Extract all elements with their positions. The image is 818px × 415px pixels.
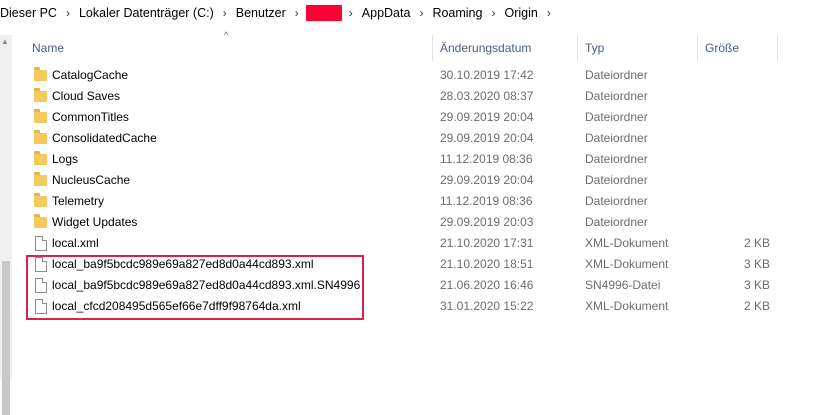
- file-size: [700, 191, 770, 212]
- file-row[interactable]: Cloud Saves 28.03.2020 08:37 Dateiordner: [0, 86, 818, 107]
- file-name: Logs: [52, 152, 79, 166]
- file-name: Widget Updates: [52, 215, 138, 229]
- breadcrumb-roaming[interactable]: Roaming: [428, 6, 486, 20]
- sort-ascending-icon: ^: [224, 30, 229, 40]
- file-size: [700, 212, 770, 233]
- file-type: Dateiordner: [585, 68, 648, 82]
- breadcrumb: Dieser PC › Lokaler Datenträger (C:) › B…: [0, 0, 818, 26]
- file-date: 29.09.2019 20:04: [440, 173, 534, 187]
- folder-icon: [34, 172, 47, 186]
- file-size: 3 KB: [743, 278, 770, 292]
- file-name: Telemetry: [52, 194, 105, 208]
- file-date: 11.12.2019 08:36: [440, 152, 533, 166]
- file-type: Dateiordner: [585, 215, 648, 229]
- file-icon: [35, 236, 47, 251]
- breadcrumb-local-disk[interactable]: Lokaler Datenträger (C:): [75, 6, 218, 20]
- column-divider[interactable]: [777, 35, 778, 61]
- folder-icon: [34, 130, 47, 144]
- breadcrumb-appdata[interactable]: AppData: [358, 6, 415, 20]
- file-row[interactable]: local.xml 21.10.2020 17:31 XML-Dokument 2 K…: [0, 233, 818, 254]
- file-row[interactable]: Telemetry 11.12.2019 08:36 Dateiordner: [0, 191, 818, 212]
- file-type: Dateiordner: [585, 110, 648, 124]
- chevron-right-icon[interactable]: ›: [218, 6, 232, 20]
- file-type: XML-Dokument: [585, 257, 669, 271]
- file-size: [700, 128, 770, 149]
- file-name: local.xml: [52, 236, 99, 250]
- breadcrumb-origin[interactable]: Origin: [500, 6, 541, 20]
- folder-icon: [34, 88, 47, 102]
- file-row[interactable]: NucleusCache 29.09.2019 20:04 Dateiordner: [0, 170, 818, 191]
- column-divider[interactable]: [432, 35, 433, 61]
- file-date: 29.09.2019 20:04: [440, 131, 534, 145]
- file-size: [700, 107, 770, 128]
- file-date: 28.03.2020 08:37: [440, 89, 534, 103]
- chevron-right-icon[interactable]: ›: [542, 6, 556, 20]
- file-type: Dateiordner: [585, 173, 648, 187]
- file-date: 11.12.2019 08:36: [440, 194, 533, 208]
- file-date: 31.01.2020 15:22: [440, 299, 534, 313]
- column-size[interactable]: Größe: [705, 35, 739, 61]
- file-size: [700, 149, 770, 170]
- chevron-right-icon[interactable]: ›: [486, 6, 500, 20]
- file-date: 21.06.2020 16:46: [440, 278, 534, 292]
- highlight-box: [26, 255, 364, 320]
- file-size: 2 KB: [743, 236, 770, 250]
- file-size: [700, 86, 770, 107]
- file-name: NucleusCache: [52, 173, 131, 187]
- file-row[interactable]: ConsolidatedCache 29.09.2019 20:04 Dateior…: [0, 128, 818, 149]
- file-type: XML-Dokument: [585, 236, 669, 250]
- file-row[interactable]: Widget Updates 29.09.2019 20:03 Dateiordne…: [0, 212, 818, 233]
- file-type: Dateiordner: [585, 89, 648, 103]
- file-name: CommonTitles: [52, 110, 129, 124]
- file-size: 3 KB: [743, 257, 770, 271]
- column-divider[interactable]: [697, 35, 698, 61]
- file-size: 2 KB: [743, 299, 770, 313]
- chevron-right-icon[interactable]: ›: [414, 6, 428, 20]
- redacted-username[interactable]: [305, 5, 342, 21]
- breadcrumb-this-pc[interactable]: Dieser PC: [0, 6, 61, 20]
- chevron-right-icon[interactable]: ›: [290, 6, 304, 20]
- folder-icon: [34, 67, 47, 81]
- folder-icon: [34, 214, 47, 228]
- folder-icon: [34, 109, 47, 123]
- breadcrumb-users[interactable]: Benutzer: [232, 6, 290, 20]
- chevron-right-icon[interactable]: ›: [61, 6, 75, 20]
- file-name: CatalogCache: [52, 68, 129, 82]
- file-type: Dateiordner: [585, 194, 648, 208]
- file-name: Cloud Saves: [52, 89, 121, 103]
- file-type: Dateiordner: [585, 152, 648, 166]
- column-date[interactable]: Änderungsdatum: [440, 35, 531, 61]
- column-name[interactable]: Name: [32, 35, 64, 61]
- folder-icon: [34, 151, 47, 165]
- file-size: [700, 65, 770, 86]
- column-header: Name Änderungsdatum Typ Größe: [0, 35, 818, 61]
- file-date: 21.10.2020 17:31: [440, 236, 534, 250]
- file-size: [700, 170, 770, 191]
- column-type[interactable]: Typ: [585, 35, 604, 61]
- file-type: SN4996-Datei: [585, 278, 661, 292]
- chevron-right-icon[interactable]: ›: [344, 6, 358, 20]
- file-date: 30.10.2019 17:42: [440, 68, 534, 82]
- file-row[interactable]: CommonTitles 29.09.2019 20:04 Dateiordner: [0, 107, 818, 128]
- file-row[interactable]: CatalogCache 30.10.2019 17:42 Dateiordner: [0, 65, 818, 86]
- folder-icon: [34, 193, 47, 207]
- column-divider[interactable]: [577, 35, 578, 61]
- file-row[interactable]: Logs 11.12.2019 08:36 Dateiordner: [0, 149, 818, 170]
- file-date: 29.09.2019 20:03: [440, 215, 534, 229]
- file-date: 29.09.2019 20:04: [440, 110, 534, 124]
- file-name: ConsolidatedCache: [52, 131, 157, 145]
- file-type: Dateiordner: [585, 131, 648, 145]
- file-date: 21.10.2020 18:51: [440, 257, 534, 271]
- file-type: XML-Dokument: [585, 299, 669, 313]
